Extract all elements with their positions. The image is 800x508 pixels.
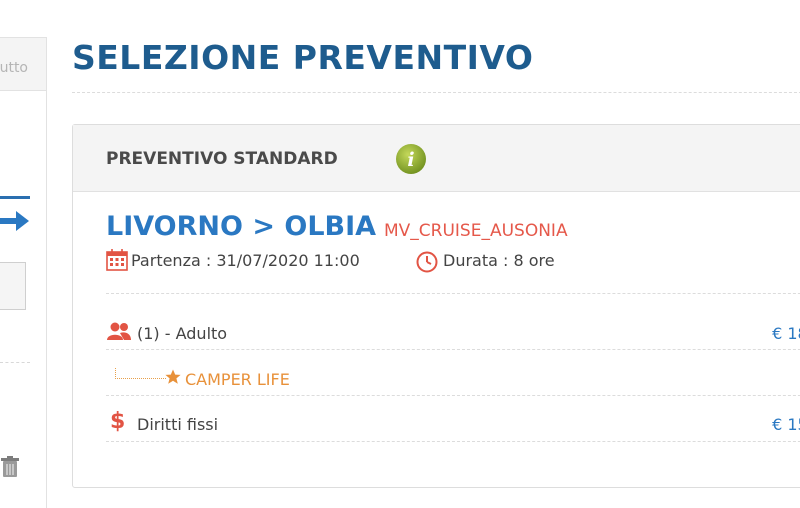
passenger-label: (1) - Adulto bbox=[137, 324, 228, 343]
divider bbox=[0, 362, 30, 363]
trash-icon[interactable] bbox=[0, 456, 20, 478]
sidebar-active-indicator bbox=[0, 196, 30, 199]
arrow-right-icon[interactable] bbox=[0, 208, 30, 234]
info-icon[interactable]: i bbox=[395, 143, 427, 175]
calendar-icon bbox=[106, 249, 128, 271]
fees-label: Diritti fissi bbox=[137, 415, 219, 434]
dollar-icon: $ bbox=[110, 409, 126, 434]
clock-icon bbox=[416, 251, 438, 273]
sidebar-tab[interactable]: utto bbox=[0, 38, 46, 91]
divider bbox=[106, 395, 800, 396]
ship-name: MV_CRUISE_AUSONIA bbox=[384, 221, 568, 241]
svg-text:i: i bbox=[407, 149, 414, 171]
quote-panel: PREVENTIVO STANDARD i LIVORNO > OLBIA MV… bbox=[72, 124, 800, 488]
sidebar-button[interactable] bbox=[0, 262, 26, 310]
divider bbox=[106, 349, 800, 350]
route-title: LIVORNO > OLBIA bbox=[106, 211, 377, 242]
passenger-price: € 18,9 bbox=[772, 324, 800, 343]
panel-heading: PREVENTIVO STANDARD bbox=[106, 149, 338, 169]
page-title: SELEZIONE PREVENTIVO bbox=[72, 38, 534, 77]
star-icon bbox=[165, 369, 181, 384]
fees-price: € 15,0 bbox=[772, 415, 800, 434]
sidebar-tab-label: utto bbox=[0, 60, 28, 76]
divider bbox=[106, 441, 800, 442]
divider bbox=[106, 293, 800, 294]
sidebar: utto bbox=[0, 37, 47, 508]
panel-header: PREVENTIVO STANDARD i bbox=[73, 125, 800, 192]
tree-connector bbox=[115, 368, 166, 379]
departure-info: Partenza : 31/07/2020 11:00 bbox=[131, 251, 360, 270]
title-divider bbox=[72, 92, 800, 93]
addon-label: CAMPER LIFE bbox=[185, 370, 290, 389]
duration-info: Durata : 8 ore bbox=[443, 251, 555, 270]
users-icon bbox=[107, 322, 131, 340]
